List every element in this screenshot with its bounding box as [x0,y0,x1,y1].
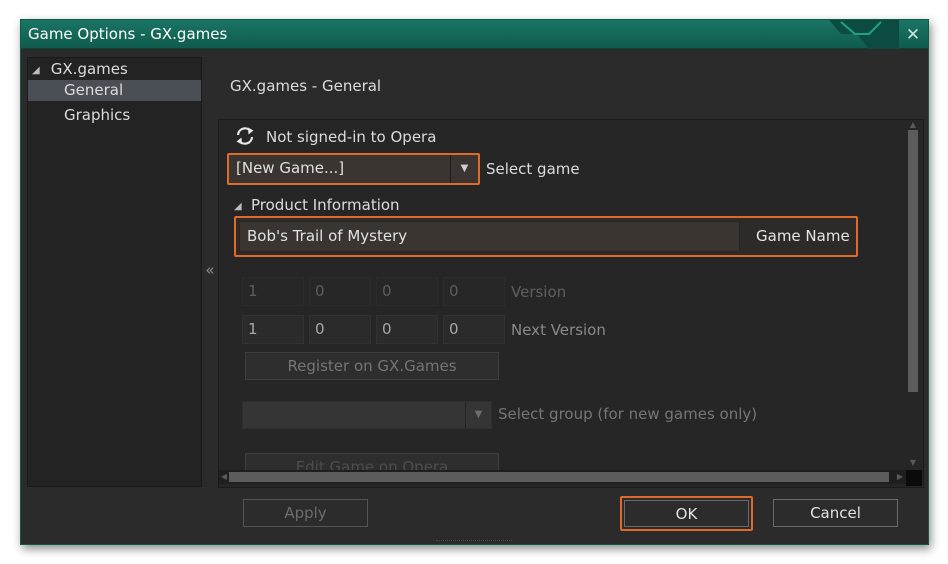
section-title: GX.games - General [230,77,382,95]
product-information-label: Product Information [251,196,400,214]
resize-grip[interactable] [436,540,512,543]
horizontal-scrollbar[interactable]: ◀ ▶ [219,470,907,484]
tree-item-general[interactable]: General [28,80,201,101]
vertical-scroll-thumb[interactable] [908,130,918,392]
scrollbar-corner [906,470,922,486]
tree-item-label: Graphics [64,106,131,124]
next-version-revision-field[interactable]: 0 [443,315,505,344]
scroll-right-arrow-icon[interactable]: ▶ [895,470,905,484]
chevron-down-icon[interactable]: ▼ [450,155,478,183]
version-minor-field: 0 [309,277,371,306]
game-name-group: Bob's Trail of Mystery Game Name [234,216,858,257]
version-label: Version [511,283,567,301]
select-game-dropdown[interactable]: [New Game...] ▼ [227,153,480,185]
settings-panel: Not signed-in to Opera [New Game...] ▼ S… [218,119,924,488]
window-title: Game Options - GX.games [28,25,228,43]
cancel-button[interactable]: Cancel [773,499,898,527]
next-version-build-field[interactable]: 0 [376,315,438,344]
titlebar-notch-decoration [829,20,899,49]
refresh-icon[interactable] [234,126,256,146]
expand-triangle-icon[interactable]: ◢ [32,65,46,76]
next-version-major-field[interactable]: 1 [242,315,304,344]
game-name-label: Game Name [756,227,850,245]
tree-root-gx-games[interactable]: ◢ GX.games [32,60,128,80]
game-options-window: Game Options - GX.games ✕ ◢ GX.games Gen… [20,19,929,545]
next-version-minor-field[interactable]: 0 [309,315,371,344]
title-bar[interactable]: Game Options - GX.games ✕ [21,20,928,49]
register-gx-games-button[interactable]: Register on GX.Games [245,352,499,380]
version-revision-field: 0 [443,277,505,306]
version-build-field: 0 [376,277,438,306]
version-major-field: 1 [242,277,304,306]
product-information-header[interactable]: ◢ Product Information [234,196,400,214]
select-game-label: Select game [486,160,580,178]
tree-item-graphics[interactable]: Graphics [28,105,201,126]
signin-status-text: Not signed-in to Opera [266,128,437,146]
chevron-down-icon[interactable]: ▼ [465,402,491,428]
apply-button[interactable]: Apply [243,499,368,527]
signin-status-row: Not signed-in to Opera [234,126,436,148]
tree-item-label: General [64,81,124,99]
collapse-triangle-icon[interactable]: ◢ [234,201,251,212]
game-name-input[interactable]: Bob's Trail of Mystery [239,221,740,252]
ok-button-highlight: OK [620,496,753,531]
next-version-label: Next Version [511,321,606,339]
scroll-down-arrow-icon[interactable]: ▼ [906,458,920,468]
collapse-sidebar-icon[interactable]: « [203,261,217,279]
vertical-scrollbar[interactable]: ▲ ▼ [906,120,920,470]
horizontal-scroll-thumb[interactable] [229,472,889,482]
scroll-left-arrow-icon[interactable]: ◀ [219,470,229,484]
tree-root-label: GX.games [50,60,128,78]
select-game-value: [New Game...] [236,159,345,177]
scroll-up-arrow-icon[interactable]: ▲ [906,120,920,130]
ok-button[interactable]: OK [624,500,749,527]
select-group-dropdown[interactable]: ▼ [242,401,492,429]
select-group-label: Select group (for new games only) [498,405,758,423]
close-icon[interactable]: ✕ [903,25,923,45]
options-tree: ◢ GX.games General Graphics [27,57,202,487]
